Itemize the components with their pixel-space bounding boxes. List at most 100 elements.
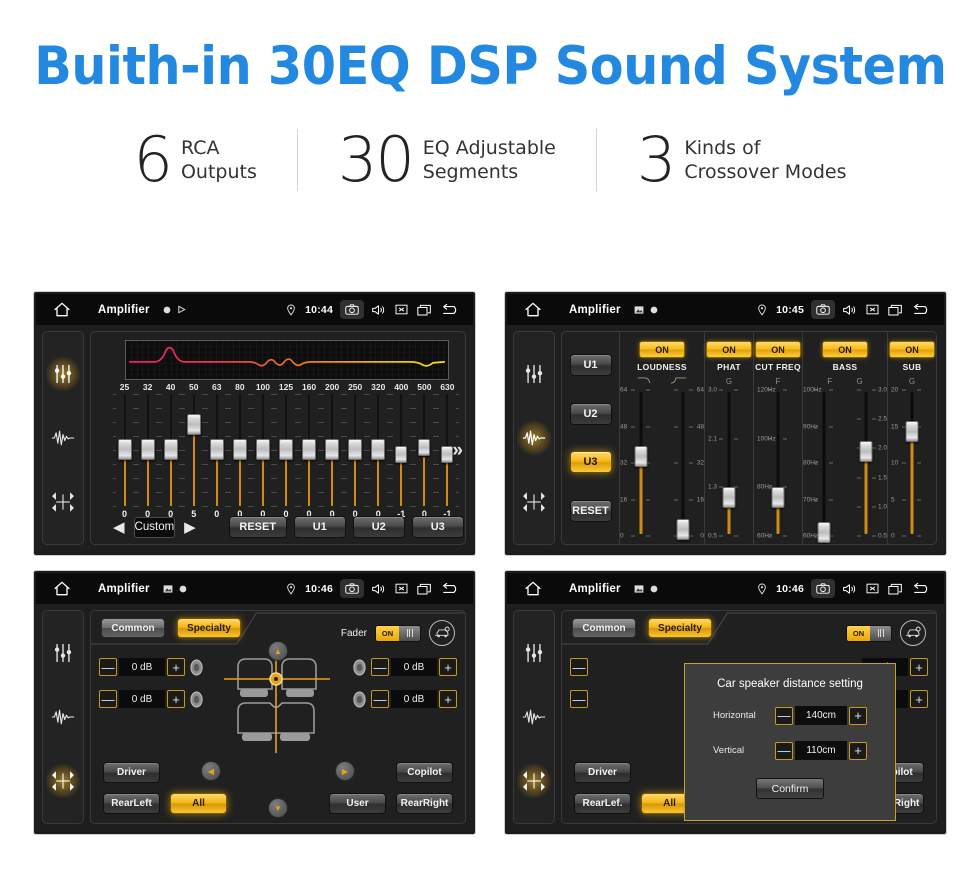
- dsp-slider[interactable]: 3.0 2.5 2.0 1.5 1.0 0.5: [845, 387, 887, 540]
- car-settings-icon[interactable]: [429, 620, 455, 646]
- back-arrow-icon[interactable]: [912, 303, 931, 316]
- home-icon[interactable]: [52, 580, 72, 597]
- preset-u2-button[interactable]: U2: [352, 516, 405, 538]
- recent-apps-icon[interactable]: [888, 304, 903, 316]
- decrement-button[interactable]: —: [371, 658, 389, 676]
- dsp-slider[interactable]: 100Hz 90Hz 80Hz 70Hz 60Hz: [803, 387, 845, 543]
- volume-icon[interactable]: [371, 583, 386, 595]
- position-rearleft-button[interactable]: RearLef.: [574, 793, 631, 814]
- decrement-button[interactable]: —: [371, 690, 389, 708]
- recent-apps-icon[interactable]: [417, 304, 432, 316]
- preset-u1-button[interactable]: U1: [293, 516, 346, 538]
- increment-button[interactable]: +: [849, 706, 867, 725]
- preset-u3-button[interactable]: U3: [569, 451, 612, 474]
- stepper-front-right[interactable]: — 0 dB +: [371, 658, 457, 676]
- sidebar-item-equalizer[interactable]: [46, 636, 80, 670]
- sidebar-item-balance[interactable]: [46, 485, 80, 519]
- eq-slider[interactable]: [343, 394, 367, 507]
- eq-slider-knob[interactable]: [232, 438, 247, 460]
- recent-apps-icon[interactable]: [888, 583, 903, 595]
- position-driver-button[interactable]: Driver: [574, 762, 631, 783]
- chevron-right-icon[interactable]: »: [452, 440, 463, 462]
- tab-specialty[interactable]: Specialty: [648, 618, 712, 638]
- eq-slider[interactable]: [182, 394, 206, 507]
- camera-icon[interactable]: [340, 300, 364, 319]
- fader-toggle[interactable]: ON: [846, 624, 892, 642]
- reset-button[interactable]: RESET: [228, 516, 287, 538]
- decrement-button[interactable]: —: [99, 690, 117, 708]
- eq-slider-knob[interactable]: [186, 414, 201, 436]
- stepper-front-left[interactable]: — 0 dB +: [99, 658, 185, 676]
- recent-apps-icon[interactable]: [417, 583, 432, 595]
- eq-slider-knob[interactable]: [255, 438, 270, 460]
- home-icon[interactable]: [523, 580, 543, 597]
- eq-slider-knob[interactable]: [209, 438, 224, 460]
- nav-left-button[interactable]: ◀: [201, 761, 221, 781]
- eq-slider-knob[interactable]: [325, 438, 340, 460]
- sidebar-item-waveform[interactable]: [517, 421, 551, 455]
- eq-slider[interactable]: [159, 394, 183, 507]
- eq-slider[interactable]: [113, 394, 137, 507]
- slider-knob[interactable]: [634, 445, 648, 467]
- sidebar-item-balance[interactable]: [517, 764, 551, 798]
- home-icon[interactable]: [523, 301, 543, 318]
- eq-slider[interactable]: [320, 394, 344, 507]
- module-toggle-loudness[interactable]: ON: [639, 341, 685, 358]
- fader-toggle[interactable]: ON: [375, 624, 421, 642]
- stepper-rear-left[interactable]: — 0 dB +: [99, 690, 185, 708]
- camera-icon[interactable]: [811, 300, 835, 319]
- camera-icon[interactable]: [340, 579, 364, 598]
- decrement-button[interactable]: —: [570, 690, 588, 708]
- eq-slider[interactable]: [228, 394, 252, 507]
- eq-slider[interactable]: [297, 394, 321, 507]
- dsp-slider[interactable]: 64 48 32 16 0: [662, 387, 704, 540]
- eq-slider[interactable]: [412, 394, 436, 507]
- stepper-rear-right[interactable]: — 0 dB +: [371, 690, 457, 708]
- preset-u2-button[interactable]: U2: [569, 402, 612, 425]
- preset-name-display[interactable]: Custom: [133, 516, 176, 538]
- back-arrow-icon[interactable]: [441, 582, 460, 595]
- seat-diagram[interactable]: [218, 645, 338, 762]
- reset-button[interactable]: RESET: [569, 499, 612, 522]
- increment-button[interactable]: +: [910, 658, 928, 676]
- confirm-button[interactable]: Confirm: [756, 778, 824, 799]
- preset-u1-button[interactable]: U1: [569, 354, 612, 377]
- stepper-front-left[interactable]: —: [570, 658, 588, 676]
- eq-slider-knob[interactable]: [117, 438, 132, 460]
- volume-icon[interactable]: [842, 583, 857, 595]
- preset-next-button[interactable]: ▶: [182, 520, 198, 535]
- stepper-rear-left[interactable]: —: [570, 690, 588, 708]
- slider-knob[interactable]: [859, 441, 873, 463]
- position-copilot-button[interactable]: Copilot: [396, 762, 453, 783]
- nav-up-button[interactable]: ▲: [268, 641, 288, 661]
- position-all-button[interactable]: All: [170, 793, 227, 814]
- sidebar-item-equalizer[interactable]: [517, 636, 551, 670]
- tab-common[interactable]: Common: [101, 618, 165, 638]
- eq-slider-knob[interactable]: [418, 438, 431, 456]
- sidebar-item-waveform[interactable]: [517, 700, 551, 734]
- eq-slider[interactable]: [274, 394, 298, 507]
- vertical-stepper[interactable]: — 110cm +: [775, 741, 867, 760]
- increment-button[interactable]: +: [439, 658, 457, 676]
- position-rearright-button[interactable]: RearRight: [396, 793, 453, 814]
- slider-knob[interactable]: [771, 486, 785, 508]
- sidebar-item-waveform[interactable]: [46, 700, 80, 734]
- module-toggle-phat[interactable]: ON: [706, 341, 752, 358]
- preset-u3-button[interactable]: U3: [411, 516, 464, 538]
- decrement-button[interactable]: —: [775, 706, 793, 725]
- car-settings-icon[interactable]: [900, 620, 926, 646]
- increment-button[interactable]: +: [439, 690, 457, 708]
- decrement-button[interactable]: —: [570, 658, 588, 676]
- tab-common[interactable]: Common: [572, 618, 636, 638]
- tab-specialty[interactable]: Specialty: [177, 618, 241, 638]
- increment-button[interactable]: +: [849, 741, 867, 760]
- eq-slider-knob[interactable]: [302, 438, 317, 460]
- eq-slider-knob[interactable]: [395, 445, 408, 463]
- eq-slider-knob[interactable]: [278, 438, 293, 460]
- back-arrow-icon[interactable]: [912, 582, 931, 595]
- dsp-slider[interactable]: 3.0 2.1 1.3 0.5: [708, 387, 750, 540]
- sidebar-item-balance[interactable]: [46, 764, 80, 798]
- volume-icon[interactable]: [371, 304, 386, 316]
- module-toggle-bass[interactable]: ON: [822, 341, 868, 358]
- eq-slider-bank[interactable]: [113, 394, 459, 507]
